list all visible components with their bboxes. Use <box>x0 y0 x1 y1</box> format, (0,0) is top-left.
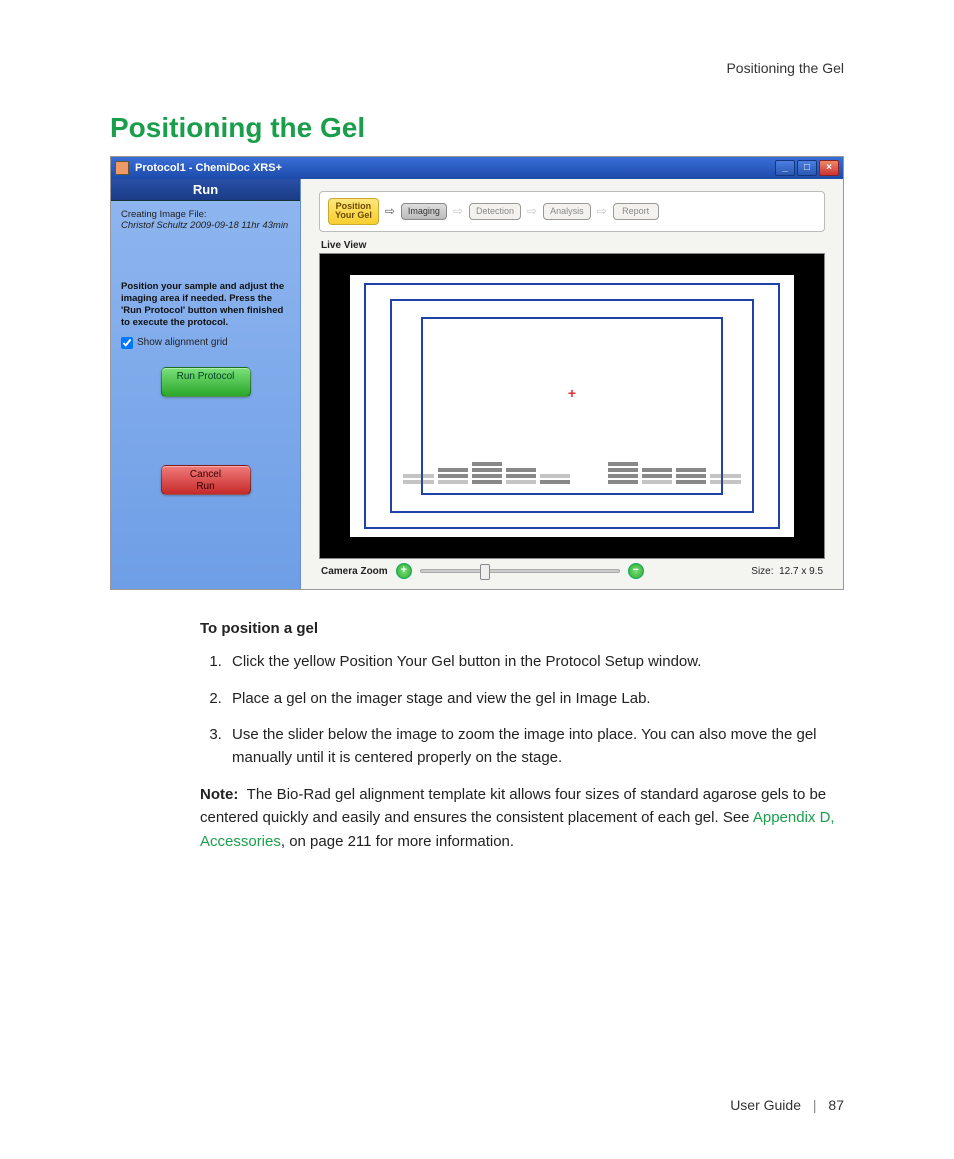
live-view: + <box>319 253 825 559</box>
sidebar-instruction: Position your sample and adjust the imag… <box>121 281 290 329</box>
window-titlebar: Protocol1 - ChemiDoc XRS+ _ □ × <box>111 157 843 179</box>
step-item: Click the yellow Position Your Gel butto… <box>226 651 844 674</box>
minimize-button[interactable]: _ <box>775 160 795 176</box>
step-item: Place a gel on the imager stage and view… <box>226 688 844 711</box>
step-imaging[interactable]: Imaging <box>401 203 447 220</box>
section-title: Positioning the Gel <box>110 112 844 144</box>
zoom-in-button[interactable]: + <box>396 563 412 579</box>
step-detection: Detection <box>469 203 521 220</box>
step-item: Use the slider below the image to zoom t… <box>226 724 844 769</box>
step-position-gel[interactable]: Position Your Gel <box>328 198 379 225</box>
zoom-slider-thumb[interactable] <box>480 564 490 580</box>
step-report: Report <box>613 203 659 220</box>
zoom-label: Camera Zoom <box>321 566 388 577</box>
show-grid-checkbox[interactable] <box>121 337 133 349</box>
live-view-label: Live View <box>321 240 825 251</box>
gel-image: + <box>350 275 794 537</box>
note-text: The Bio-Rad gel alignment template kit a… <box>200 786 826 826</box>
footer-separator: | <box>813 1097 817 1113</box>
footer-page-number: 87 <box>828 1097 844 1113</box>
zoom-bar: Camera Zoom + − Size: 12.7 x 9.5 <box>319 559 825 579</box>
zoom-out-button[interactable]: − <box>628 563 644 579</box>
subheading: To position a gel <box>200 620 844 637</box>
arrow-icon: ⇨ <box>527 204 537 218</box>
note-label: Note: <box>200 786 238 803</box>
show-grid-row[interactable]: Show alignment grid <box>121 337 290 349</box>
steps-list: Click the yellow Position Your Gel butto… <box>200 651 844 769</box>
window-title: Protocol1 - ChemiDoc XRS+ <box>135 162 775 174</box>
close-button[interactable]: × <box>819 160 839 176</box>
maximize-button[interactable]: □ <box>797 160 817 176</box>
step-analysis: Analysis <box>543 203 591 220</box>
main-panel: Position Your Gel ⇨ Imaging ⇨ Detection … <box>301 179 843 589</box>
app-icon <box>115 161 129 175</box>
note-text: , on page 211 for more information. <box>281 833 514 850</box>
creating-label: Creating Image File: <box>121 209 290 220</box>
arrow-icon: ⇨ <box>453 204 463 218</box>
page-footer: User Guide | 87 <box>730 1097 844 1113</box>
arrow-icon: ⇨ <box>385 204 395 218</box>
note-paragraph: Note: The Bio-Rad gel alignment template… <box>200 783 844 853</box>
creating-filename: Christof Schultz 2009-09-18 11hr 43min <box>121 220 290 231</box>
running-head: Positioning the Gel <box>110 60 844 76</box>
gel-bands <box>403 395 740 484</box>
footer-guide: User Guide <box>730 1097 801 1113</box>
run-protocol-button[interactable]: Run Protocol <box>161 367 251 397</box>
show-grid-label: Show alignment grid <box>137 337 228 348</box>
run-sidebar: Run Creating Image File: Christof Schult… <box>111 179 301 589</box>
step-bar: Position Your Gel ⇨ Imaging ⇨ Detection … <box>319 191 825 232</box>
zoom-slider[interactable] <box>420 569 620 573</box>
sidebar-title: Run <box>111 179 300 201</box>
app-window: Protocol1 - ChemiDoc XRS+ _ □ × Run Crea… <box>110 156 844 590</box>
arrow-icon: ⇨ <box>597 204 607 218</box>
size-readout: Size: 12.7 x 9.5 <box>751 566 823 577</box>
cancel-run-button[interactable]: Cancel Run <box>161 465 251 495</box>
